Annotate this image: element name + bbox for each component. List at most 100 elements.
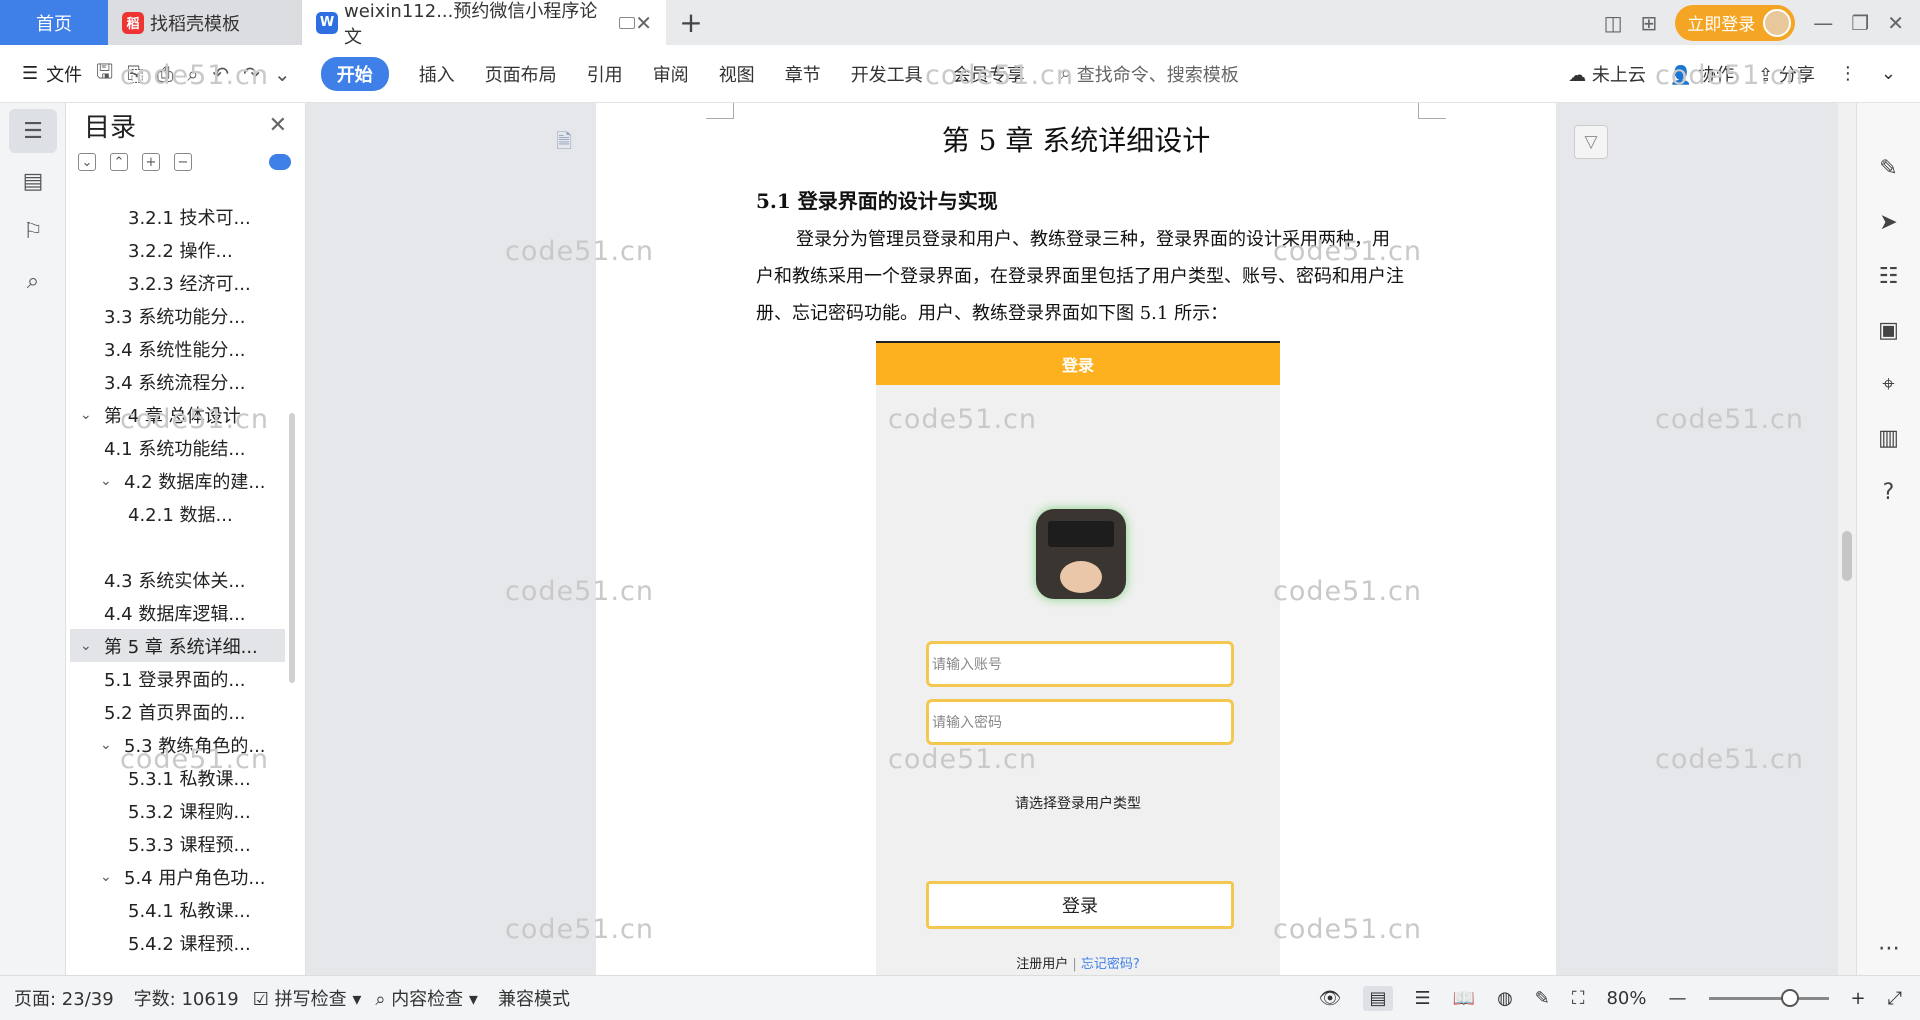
fit-page-icon[interactable]: ⛶: [1572, 988, 1585, 1009]
login-button[interactable]: 立即登录: [1675, 4, 1796, 41]
spell-check-button[interactable]: ☑ 拼写检查 ▾: [253, 985, 362, 1011]
ribbon-tab-review[interactable]: 审阅: [653, 61, 689, 87]
cloud-status[interactable]: ☁ 未上云: [1568, 61, 1646, 87]
eye-protect-icon[interactable]: 👁: [1319, 988, 1342, 1009]
fullscreen-icon[interactable]: ⤢: [1888, 988, 1902, 1009]
spell-check-icon: ☑: [252, 989, 269, 1010]
image-tool-icon[interactable]: ▣: [1857, 303, 1920, 357]
toc-item[interactable]: 5.1 登录界面的...: [70, 662, 285, 695]
toc-item-label: 4.1 系统功能结...: [104, 438, 246, 460]
filter-icon[interactable]: ▽: [1574, 125, 1608, 159]
minimize-icon[interactable]: —: [1813, 11, 1833, 35]
toc-item[interactable]: ⌄ 5.4 用户角色功...: [70, 860, 285, 893]
toc-item[interactable]: 5.3.2 课程购...: [70, 794, 285, 827]
toc-item[interactable]: ⌄ 第 5 章 系统详细...: [70, 629, 285, 662]
layout-icon[interactable]: ◫: [1604, 11, 1623, 35]
toc-item[interactable]: 4.2.1 数据...: [70, 497, 285, 530]
watermark: code51.cn: [1655, 60, 1805, 91]
zoom-in-icon[interactable]: +: [1851, 988, 1866, 1009]
chevron-down-icon[interactable]: ⌄: [100, 869, 118, 885]
more-icon[interactable]: ⋮: [1839, 63, 1857, 84]
toc-item[interactable]: 3.2.2 操作...: [70, 233, 285, 266]
chevron-down-icon[interactable]: ⌄: [100, 473, 118, 489]
toc-item[interactable]: 3.3 系统功能分...: [70, 299, 285, 332]
customize-chevron-icon[interactable]: ⌄: [274, 62, 291, 86]
close-toc-icon[interactable]: ✕: [269, 113, 287, 138]
toc-item[interactable]: 4.4 数据库逻辑...: [70, 596, 285, 629]
toc-item[interactable]: 5.3.3 课程预...: [70, 827, 285, 860]
zoom-out-icon[interactable]: —: [1669, 988, 1687, 1009]
toc-item-label: 3.3 系统功能分...: [104, 306, 246, 328]
toc-item[interactable]: 4.1 系统功能结...: [70, 431, 285, 464]
doc-icon[interactable]: 🗎: [556, 127, 572, 161]
web-view-icon[interactable]: ◍: [1497, 988, 1513, 1009]
watermark: code51.cn: [120, 744, 270, 775]
document-page[interactable]: 第 5 章 系统详细设计 5.1 登录界面的设计与实现 登录分为管理员登录和用户…: [596, 103, 1556, 975]
sliders-icon[interactable]: ☷: [1857, 249, 1920, 303]
chevron-down-icon[interactable]: ⌄: [100, 737, 118, 753]
word-count[interactable]: 字数: 10619: [134, 985, 239, 1011]
ribbon-tab-developer[interactable]: 开发工具: [851, 61, 923, 87]
grid-apps-icon[interactable]: ⊞: [1641, 11, 1658, 35]
add-heading-icon[interactable]: +: [142, 153, 160, 171]
expand-up-icon[interactable]: ⌃: [110, 153, 128, 171]
bookmark-icon[interactable]: ⚐: [9, 209, 57, 253]
toc-panel-icon[interactable]: ☰: [9, 109, 57, 153]
toc-item[interactable]: 3.2.3 经济可...: [70, 266, 285, 299]
ribbon-tab-layout[interactable]: 页面布局: [485, 61, 557, 87]
ai-assistant-icon[interactable]: [269, 154, 291, 170]
toc-item-label: 3.2.1 技术可...: [128, 207, 251, 229]
ribbon-tab-view[interactable]: 视图: [719, 61, 755, 87]
scroll-thumb[interactable]: [1842, 531, 1852, 581]
zoom-slider[interactable]: [1708, 988, 1829, 1007]
book-view-icon[interactable]: ▥: [1857, 411, 1920, 465]
ribbon-tab-chapter[interactable]: 章节: [785, 61, 821, 87]
zoom-knob[interactable]: [1780, 988, 1799, 1007]
chevron-down-icon[interactable]: ⌄: [80, 407, 98, 423]
toc-item[interactable]: 3.4 系统流程分...: [70, 365, 285, 398]
pen-icon[interactable]: ✎: [1857, 141, 1920, 195]
page-count[interactable]: 页面: 23/39: [14, 985, 114, 1011]
document-scrollbar[interactable]: [1838, 103, 1856, 975]
toc-item[interactable]: 3.2.1 技术可...: [70, 200, 285, 233]
toc-item-label: 4.2 数据库的建...: [124, 471, 266, 493]
toc-scrollbar[interactable]: [289, 413, 295, 683]
toc-item[interactable]: 4.3 系统实体关...: [70, 563, 285, 596]
ribbon-tab-reference[interactable]: 引用: [587, 61, 623, 87]
location-icon[interactable]: ⌖: [1857, 357, 1920, 411]
tab-template[interactable]: 稻 找稻壳模板: [108, 0, 302, 45]
close-window-icon[interactable]: ✕: [1887, 11, 1904, 35]
close-tab-icon[interactable]: ✕: [635, 11, 652, 35]
toc-item[interactable]: 5.4.2 课程预...: [70, 926, 285, 959]
toc-item[interactable]: 3.4 系统性能分...: [70, 332, 285, 365]
remove-heading-icon[interactable]: −: [174, 153, 192, 171]
chevron-down-icon[interactable]: ⌄: [80, 638, 98, 654]
zoom-level[interactable]: 80%: [1606, 988, 1646, 1009]
more-options-icon[interactable]: ⋯: [1857, 921, 1920, 975]
find-icon[interactable]: ⌕: [9, 259, 57, 303]
ribbon-tab-insert[interactable]: 插入: [419, 61, 455, 87]
save-icon[interactable]: 🖫: [96, 57, 113, 91]
page-view-icon[interactable]: ▤: [1363, 985, 1393, 1011]
toc-item-label: 5.3.3 课程预...: [128, 834, 251, 856]
command-search[interactable]: ⌕ 查找命令、搜索模板: [1061, 61, 1239, 87]
help-icon[interactable]: ?: [1857, 465, 1920, 519]
toc-item[interactable]: 5.2 首页界面的...: [70, 695, 285, 728]
read-view-icon[interactable]: 📖: [1453, 988, 1475, 1009]
new-tab-button[interactable]: +: [666, 0, 716, 45]
tab-home[interactable]: 首页: [0, 0, 108, 45]
collapse-ribbon-icon[interactable]: ⌄: [1881, 63, 1896, 84]
write-view-icon[interactable]: ✎: [1535, 988, 1550, 1009]
file-menu[interactable]: ☰ 文件: [22, 61, 82, 87]
collapse-all-icon[interactable]: ⌄: [78, 153, 96, 171]
ribbon-tab-start[interactable]: 开始: [320, 56, 389, 91]
toc-item[interactable]: ⌄ 4.2 数据库的建...: [70, 464, 285, 497]
nav-pane-icon[interactable]: ▤: [9, 159, 57, 203]
select-pointer-icon[interactable]: ➤: [1857, 195, 1920, 249]
toc-item-label: 4.3 系统实体关...: [104, 570, 246, 592]
restore-icon[interactable]: ❐: [1851, 11, 1869, 35]
outline-view-icon[interactable]: ☰: [1415, 988, 1431, 1009]
toc-item[interactable]: 5.4.1 私教课...: [70, 893, 285, 926]
content-check-button[interactable]: ⌕ 内容检查 ▾: [375, 985, 478, 1011]
tab-document[interactable]: W weixin112...预约微信小程序论文 ✕: [302, 0, 666, 48]
